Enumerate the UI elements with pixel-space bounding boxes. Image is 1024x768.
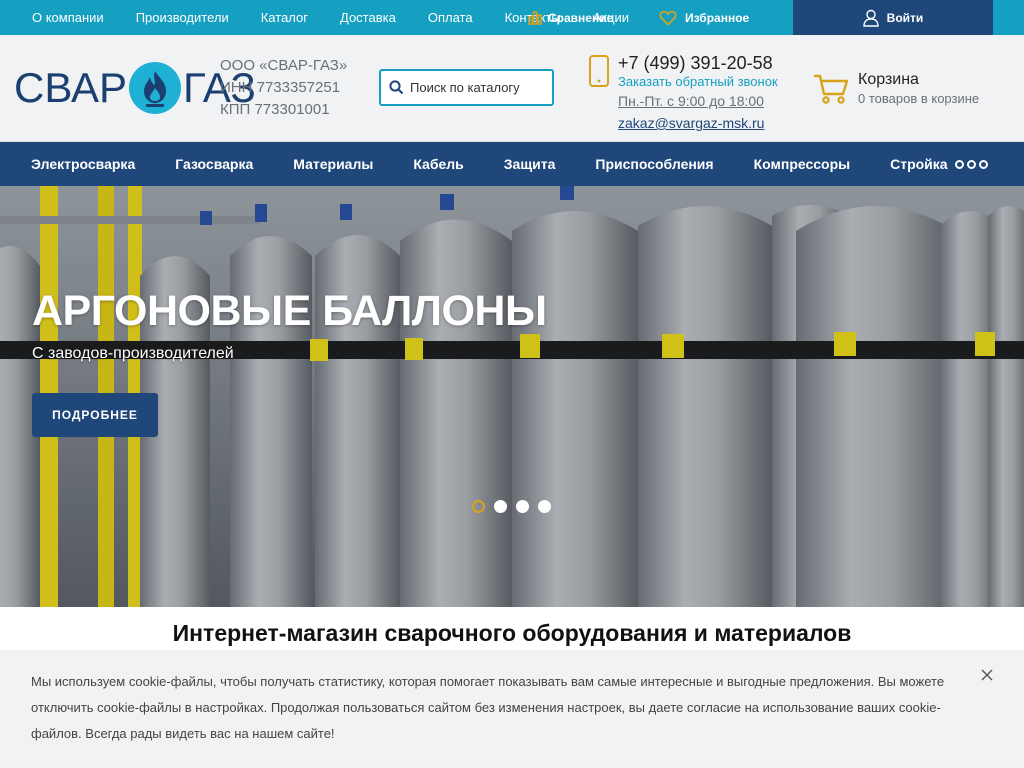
site-header: СВАР ГАЗ ООО «СВАР-ГАЗ» ИНН 7733357251 К… (0, 35, 1024, 142)
login-label: Войти (886, 10, 924, 25)
close-icon[interactable] (980, 668, 994, 682)
page-heading: Интернет-магазин сварочного оборудования… (172, 620, 852, 646)
nav-materials[interactable]: Материалы (293, 156, 373, 172)
user-icon (862, 9, 879, 27)
top-nav-about[interactable]: О компании (32, 10, 104, 25)
top-nav-manufacturers[interactable]: Производители (136, 10, 229, 25)
company-inn: ИНН 7733357251 (220, 79, 341, 96)
slider-dot-4[interactable] (538, 500, 551, 513)
nav-electric-welding[interactable]: Электросварка (31, 156, 135, 172)
cart-icon[interactable] (813, 73, 849, 105)
company-details: ООО «СВАР-ГАЗ» ИНН 7733357251 КПП 773301… (220, 55, 347, 121)
main-nav: Электросварка Газосварка Материалы Кабел… (0, 142, 1024, 186)
logo-text-left: СВАР (14, 64, 127, 111)
nav-gas-welding[interactable]: Газосварка (175, 156, 253, 172)
flame-icon (128, 62, 181, 114)
hero-more-button[interactable]: ПОДРОБНЕЕ (32, 393, 158, 437)
hero-slider: АРГОНОВЫЕ БАЛЛОНЫ С заводов-производител… (0, 186, 1024, 607)
search-icon[interactable] (389, 80, 404, 95)
cookie-banner: Мы используем cookie-файлы, чтобы получа… (0, 650, 1024, 768)
search-box[interactable] (379, 69, 554, 106)
compare-icon (528, 10, 542, 25)
slider-dot-1[interactable] (472, 500, 485, 513)
nav-fixtures[interactable]: Приспособления (595, 156, 713, 172)
hero-subtitle: С заводов-производителей (32, 345, 234, 362)
callback-link[interactable]: Заказать обратный звонок (618, 74, 778, 89)
more-menu-icon[interactable] (955, 160, 991, 169)
search-input[interactable] (410, 80, 545, 95)
top-nav-payment[interactable]: Оплата (428, 10, 473, 25)
compare-label: Сравнение (548, 10, 614, 25)
working-hours: Пн.-Пт. с 9:00 до 18:00 (618, 93, 764, 109)
favorites-link[interactable]: Избранное (659, 0, 749, 35)
nav-protection[interactable]: Защита (504, 156, 556, 172)
nav-compressors[interactable]: Компрессоры (754, 156, 851, 172)
slider-dots (472, 500, 560, 513)
phone-number[interactable]: +7 (499) 391-20-58 (618, 53, 773, 74)
favorites-label: Избранное (685, 10, 750, 25)
company-name: ООО «СВАР-ГАЗ» (220, 57, 348, 74)
nav-cable[interactable]: Кабель (413, 156, 463, 172)
cookie-text: Мы используем cookie-файлы, чтобы получа… (31, 674, 945, 741)
heart-icon (659, 10, 677, 26)
top-bar: О компании Производители Каталог Доставк… (0, 0, 1024, 35)
phone-icon (589, 55, 609, 87)
company-kpp: КПП 773301001 (220, 101, 330, 118)
slider-dot-2[interactable] (494, 500, 507, 513)
login-button[interactable]: Войти (793, 0, 993, 35)
hero-title: АРГОНОВЫЕ БАЛЛОНЫ (32, 287, 547, 335)
top-nav-catalog[interactable]: Каталог (261, 10, 308, 25)
cart-count: 0 товаров в корзине (858, 91, 980, 106)
top-nav-delivery[interactable]: Доставка (340, 10, 396, 25)
nav-construction[interactable]: Стройка (890, 156, 947, 172)
compare-link[interactable]: Сравнение (528, 0, 613, 35)
slider-dot-3[interactable] (516, 500, 529, 513)
cart-title[interactable]: Корзина (858, 71, 919, 89)
email-link[interactable]: zakaz@svargaz-msk.ru (618, 115, 764, 131)
